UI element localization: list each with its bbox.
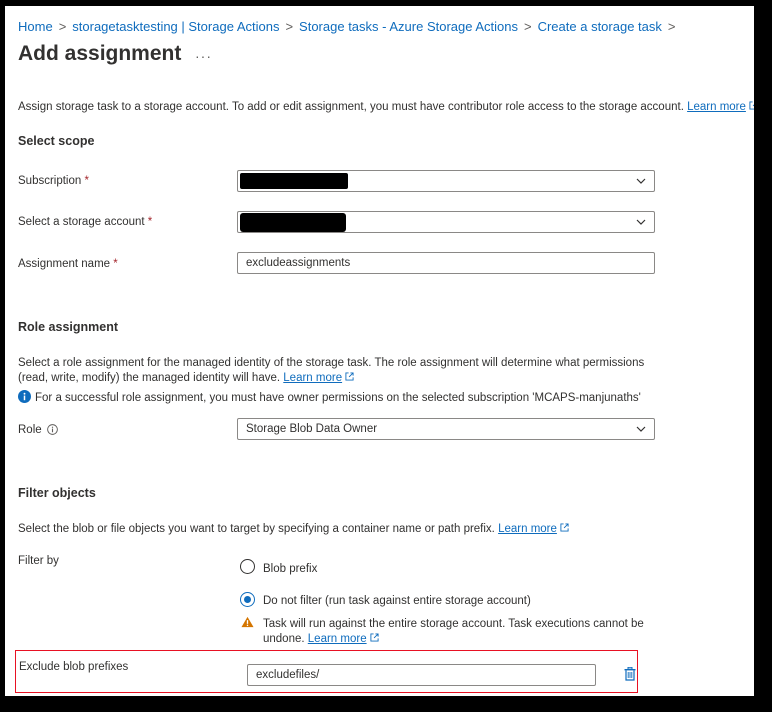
role-info-text: For a successful role assignment, you mu… xyxy=(35,392,641,404)
breadcrumb-create-storage-task[interactable]: Create a storage task xyxy=(538,19,662,34)
exclude-blob-prefixes-value: excludefiles/ xyxy=(256,669,320,681)
warning-icon xyxy=(241,616,254,628)
exclude-blob-prefixes-label: Exclude blob prefixes xyxy=(19,661,129,673)
filter-description-text: Select the blob or file objects you want… xyxy=(18,523,495,535)
assignment-name-input[interactable]: excludeassignments xyxy=(237,252,655,274)
chevron-right-icon: > xyxy=(285,19,294,34)
chevron-down-icon xyxy=(636,426,646,432)
filter-learn-more-link[interactable]: Learn more xyxy=(498,523,557,535)
external-link-icon xyxy=(749,101,754,110)
role-description-line1: Select a role assignment for the managed… xyxy=(18,357,645,369)
assignment-name-label: Assignment name * xyxy=(18,258,118,270)
subscription-dropdown[interactable] xyxy=(237,170,655,192)
role-dropdown[interactable]: Storage Blob Data Owner xyxy=(237,418,655,440)
role-info-message: For a successful role assignment, you mu… xyxy=(18,390,641,404)
redacted-storage-account xyxy=(240,213,346,232)
assignment-name-value: excludeassignments xyxy=(246,257,351,269)
breadcrumb: Home > storagetasktesting | Storage Action… xyxy=(18,19,681,34)
required-mark: * xyxy=(84,175,89,187)
role-description-text: (read, write, modify) the managed identi… xyxy=(18,372,281,384)
exclude-blob-prefixes-input[interactable]: excludefiles/ xyxy=(247,664,596,686)
add-assignment-panel: Home > storagetasktesting | Storage Action… xyxy=(5,6,754,696)
storage-account-label: Select a storage account * xyxy=(18,216,152,228)
chevron-down-icon xyxy=(636,219,646,225)
role-learn-more-link[interactable]: Learn more xyxy=(283,372,342,384)
info-icon[interactable] xyxy=(47,424,58,435)
chevron-right-icon: > xyxy=(667,19,676,34)
intro-description: Assign storage task to a storage account… xyxy=(18,101,684,113)
warning-line1: Task will run against the entire storage… xyxy=(263,618,644,630)
warning-line2: undone. Learn more xyxy=(263,633,379,645)
external-link-icon xyxy=(560,523,569,532)
info-circle-icon xyxy=(18,390,31,403)
radio-blob-prefix-label[interactable]: Blob prefix xyxy=(263,563,317,575)
breadcrumb-storage-actions[interactable]: storagetasktesting | Storage Actions xyxy=(72,19,279,34)
intro-text: Assign storage task to a storage account… xyxy=(18,101,754,113)
required-mark: * xyxy=(113,258,118,270)
page-title: Add assignment xyxy=(18,42,182,65)
radio-blob-prefix[interactable] xyxy=(240,559,255,574)
select-scope-heading: Select scope xyxy=(18,134,95,148)
filter-objects-heading: Filter objects xyxy=(18,486,96,500)
radio-do-not-filter-label[interactable]: Do not filter (run task against entire s… xyxy=(263,595,531,607)
more-actions-button[interactable]: ··· xyxy=(195,48,212,64)
role-label: Role xyxy=(18,424,58,436)
role-label-text: Role xyxy=(18,424,42,436)
role-assignment-heading: Role assignment xyxy=(18,320,119,334)
warning-text: undone. xyxy=(263,633,305,645)
redacted-subscription xyxy=(240,173,348,189)
filter-description: Select the blob or file objects you want… xyxy=(18,523,569,535)
subscription-label: Subscription * xyxy=(18,175,89,187)
assignment-name-label-text: Assignment name xyxy=(18,258,111,270)
subscription-label-text: Subscription xyxy=(18,175,82,187)
external-link-icon xyxy=(370,633,379,642)
filter-by-label: Filter by xyxy=(18,555,59,567)
chevron-right-icon: > xyxy=(524,19,532,34)
required-mark: * xyxy=(147,216,153,228)
storage-account-label-text: Select a storage account xyxy=(18,216,145,228)
intro-learn-more-link[interactable]: Learn more xyxy=(687,101,746,113)
delete-icon[interactable] xyxy=(624,667,636,681)
chevron-right-icon: > xyxy=(58,19,67,34)
warning-learn-more-link[interactable]: Learn more xyxy=(308,633,367,645)
role-description-line2: (read, write, modify) the managed identi… xyxy=(18,372,354,384)
breadcrumb-storage-tasks[interactable]: Storage tasks - Azure Storage Actions xyxy=(299,19,518,34)
radio-do-not-filter[interactable] xyxy=(240,592,255,607)
breadcrumb-home[interactable]: Home xyxy=(18,19,53,34)
role-value: Storage Blob Data Owner xyxy=(246,423,378,435)
chevron-down-icon xyxy=(636,178,646,184)
external-link-icon xyxy=(345,372,354,381)
storage-account-dropdown[interactable] xyxy=(237,211,655,233)
